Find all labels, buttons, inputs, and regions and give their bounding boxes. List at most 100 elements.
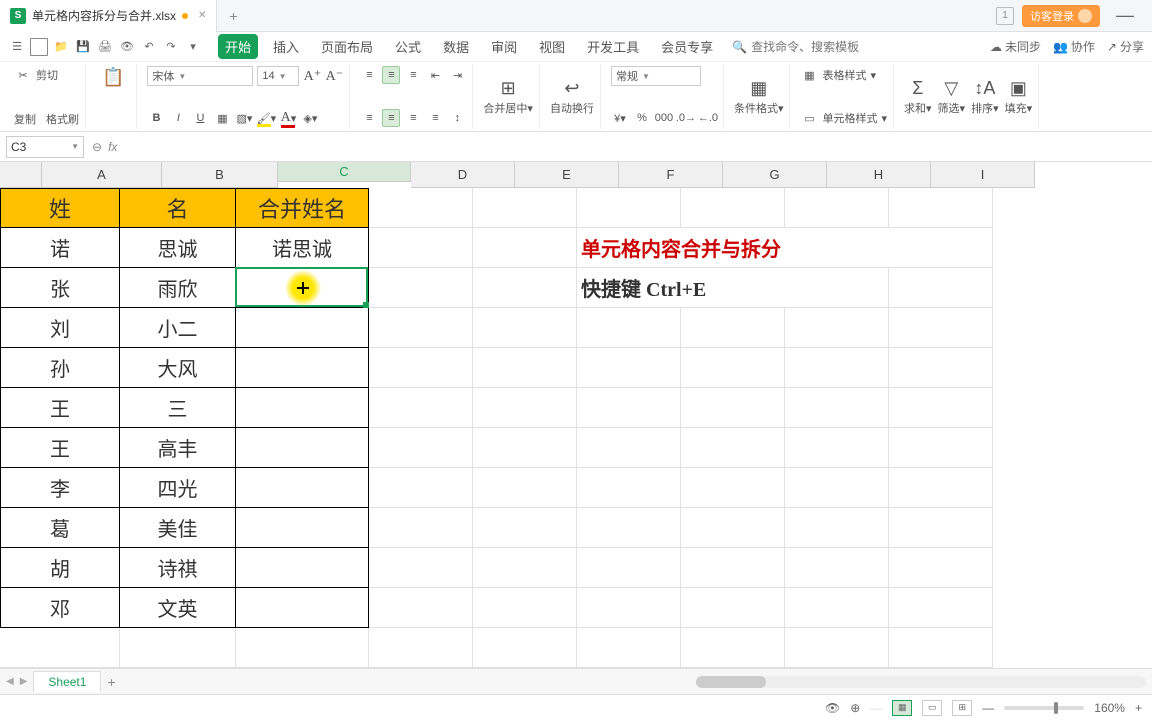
cell-D10[interactable]	[369, 548, 473, 588]
fx-icon[interactable]: fx	[108, 140, 117, 154]
cell-D12[interactable]	[369, 628, 473, 668]
cell-C11[interactable]	[236, 588, 369, 628]
cell-G7[interactable]	[681, 428, 785, 468]
cell-I1[interactable]	[889, 188, 993, 228]
cell-C3[interactable]	[236, 268, 369, 308]
cell-shading-icon[interactable]: ▧▾	[235, 109, 253, 127]
cell-F6[interactable]	[577, 388, 681, 428]
column-header-B[interactable]: B	[162, 162, 278, 188]
cell-B6[interactable]: 三	[120, 388, 236, 428]
cell-C9[interactable]	[236, 508, 369, 548]
ribbon-tab-数据[interactable]: 数据	[436, 34, 476, 59]
cell-C2[interactable]: 诺思诚	[236, 228, 369, 268]
print-icon[interactable]: 🖨	[96, 38, 114, 56]
align-right-icon[interactable]: ≡	[404, 109, 422, 127]
cell-I12[interactable]	[889, 628, 993, 668]
align-middle-icon[interactable]: ≡	[382, 66, 400, 84]
align-bottom-icon[interactable]: ≡	[404, 66, 422, 84]
redo-icon[interactable]: ↷	[162, 38, 180, 56]
zoom-in-button[interactable]: +	[1135, 701, 1142, 715]
ribbon-tab-视图[interactable]: 视图	[532, 34, 572, 59]
cell-H1[interactable]	[785, 188, 889, 228]
horizontal-scrollbar[interactable]	[696, 676, 1146, 688]
cell-E11[interactable]	[473, 588, 577, 628]
cell-H11[interactable]	[785, 588, 889, 628]
cell-C10[interactable]	[236, 548, 369, 588]
cell-E3[interactable]	[473, 268, 577, 308]
cell-A5[interactable]: 孙	[0, 348, 120, 388]
cell-I5[interactable]	[889, 348, 993, 388]
cell-B1[interactable]: 名	[120, 188, 236, 228]
cell-H7[interactable]	[785, 428, 889, 468]
cell-G11[interactable]	[681, 588, 785, 628]
cell-F8[interactable]	[577, 468, 681, 508]
cell-D2[interactable]	[369, 228, 473, 268]
ribbon-tab-公式[interactable]: 公式	[388, 34, 428, 59]
print-preview-icon[interactable]: 👁	[118, 38, 136, 56]
cell-I9[interactable]	[889, 508, 993, 548]
cell-B2[interactable]: 思诚	[120, 228, 236, 268]
cell-H12[interactable]	[785, 628, 889, 668]
justify-icon[interactable]: ≡	[426, 109, 444, 127]
new-file-icon[interactable]	[30, 38, 48, 56]
bold-icon[interactable]: B	[147, 109, 165, 127]
cell-H5[interactable]	[785, 348, 889, 388]
cell-F1[interactable]	[577, 188, 681, 228]
cell-G10[interactable]	[681, 548, 785, 588]
cell-A6[interactable]: 王	[0, 388, 120, 428]
zoom-value[interactable]: 160%	[1094, 701, 1125, 715]
cell-A4[interactable]: 刘	[0, 308, 120, 348]
zoom-out-button[interactable]: —	[982, 701, 994, 715]
wrap-text-button[interactable]: ↩自动换行	[550, 78, 594, 116]
column-header-I[interactable]: I	[931, 162, 1035, 188]
cell-I11[interactable]	[889, 588, 993, 628]
cell-F2[interactable]: 单元格内容合并与拆分	[577, 228, 993, 268]
collab-button[interactable]: 👥 协作	[1053, 38, 1095, 55]
open-file-icon[interactable]: 📁	[52, 38, 70, 56]
cell-A7[interactable]: 王	[0, 428, 120, 468]
cell-D1[interactable]	[369, 188, 473, 228]
cell-H6[interactable]	[785, 388, 889, 428]
cell-B8[interactable]: 四光	[120, 468, 236, 508]
filter-button[interactable]: ▽筛选▾	[938, 78, 966, 116]
cell-A2[interactable]: 诺	[0, 228, 120, 268]
cell-F3[interactable]: 快捷键 Ctrl+E	[577, 268, 889, 308]
cell-D6[interactable]	[369, 388, 473, 428]
cell-B7[interactable]: 高丰	[120, 428, 236, 468]
share-button[interactable]: ↗ 分享	[1107, 38, 1144, 55]
save-icon[interactable]: 💾	[74, 38, 92, 56]
cell-B4[interactable]: 小二	[120, 308, 236, 348]
cell-G8[interactable]	[681, 468, 785, 508]
cell-F4[interactable]	[577, 308, 681, 348]
cell-A8[interactable]: 李	[0, 468, 120, 508]
decrease-decimal-icon[interactable]: ←.0	[699, 109, 717, 127]
cell-A11[interactable]: 邓	[0, 588, 120, 628]
cell-I8[interactable]	[889, 468, 993, 508]
cell-A9[interactable]: 葛	[0, 508, 120, 548]
reading-mode-icon[interactable]: ⊕	[850, 701, 860, 715]
cell-C8[interactable]	[236, 468, 369, 508]
sheet-nav-prev[interactable]: ◀	[6, 676, 14, 687]
normal-view-button[interactable]: ▦	[892, 700, 912, 716]
increase-indent-icon[interactable]: ⇥	[448, 66, 466, 84]
percent-icon[interactable]: %	[633, 109, 651, 127]
cell-E1[interactable]	[473, 188, 577, 228]
cell-D3[interactable]	[369, 268, 473, 308]
cell-E4[interactable]	[473, 308, 577, 348]
sheet-nav-next[interactable]: ▶	[20, 676, 28, 687]
cell-I7[interactable]	[889, 428, 993, 468]
new-tab-button[interactable]: +	[217, 8, 249, 24]
borders-icon[interactable]: ▦	[213, 109, 231, 127]
ribbon-tab-开始[interactable]: 开始	[218, 34, 258, 59]
cell-E8[interactable]	[473, 468, 577, 508]
cell-F9[interactable]	[577, 508, 681, 548]
cell-C6[interactable]	[236, 388, 369, 428]
cell-G12[interactable]	[681, 628, 785, 668]
login-button[interactable]: 访客登录	[1022, 5, 1100, 27]
cell-I6[interactable]	[889, 388, 993, 428]
ribbon-tab-页面布局[interactable]: 页面布局	[314, 34, 380, 59]
ribbon-tab-开发工具[interactable]: 开发工具	[580, 34, 646, 59]
clear-format-icon[interactable]: ◈▾	[301, 109, 319, 127]
cell-I4[interactable]	[889, 308, 993, 348]
cell-E10[interactable]	[473, 548, 577, 588]
